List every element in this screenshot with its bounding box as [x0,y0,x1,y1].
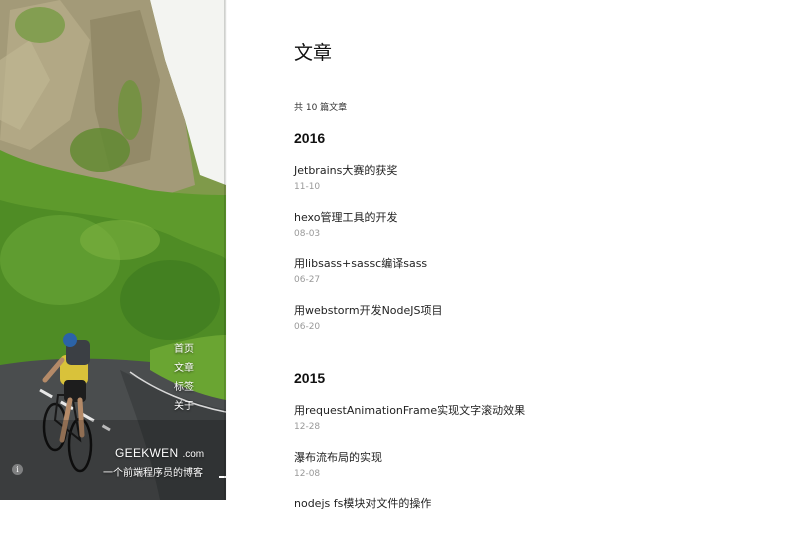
sidebar: 首页 文章 标签 关于 GEEKWEN .com 一个前端程序员的博客 i [0,0,226,500]
sidebar-cover-image [0,0,226,500]
year-heading: 2015 [294,370,326,386]
post-date: 12-08 [294,468,321,479]
post-title-link[interactable]: hexo管理工具的开发 [294,203,774,226]
post-title-link[interactable]: 用webstorm开发NodeJS项目 [294,296,774,319]
list-item: 用libsass+sassc编译sass 06-27 [294,249,774,296]
site-brand[interactable]: GEEKWEN .com [115,444,204,462]
post-date: 11-10 [294,182,321,192]
page-title: 文章 [294,42,333,64]
nav-item-articles[interactable]: 文章 [174,362,194,381]
sidebar-nav: 首页 文章 标签 关于 [174,343,194,419]
post-count: 共 10 篇文章 [294,103,348,113]
year-group-2015: 2015 用requestAnimationFrame实现文字滚动效果 12-2… [294,368,774,536]
year-group-2016: 2016 Jetbrains大赛的获奖 11-10 hexo管理工具的开发 08… [294,128,774,342]
post-title-link[interactable]: 用requestAnimationFrame实现文字滚动效果 [294,396,774,419]
archive-list: 2016 Jetbrains大赛的获奖 11-10 hexo管理工具的开发 08… [294,128,774,544]
list-item: 用requestAnimationFrame实现文字滚动效果 12-28 [294,396,774,443]
info-icon[interactable]: i [12,464,23,475]
post-date: 06-20 [294,321,321,332]
post-date: 06-27 [294,275,321,285]
nav-item-home[interactable]: 首页 [174,343,194,362]
post-date: 12-28 [294,422,321,432]
post-title-link[interactable]: Jetbrains大赛的获奖 [294,156,774,179]
post-date: 08-03 [294,228,321,239]
list-item: nodejs fs模块对文件的操作 [294,489,774,536]
post-title-link[interactable]: 瀑布流布局的实现 [294,443,774,466]
list-item: 用webstorm开发NodeJS项目 06-20 [294,296,774,343]
brand-name: GEEKWEN [115,446,179,460]
brand-suffix: .com [182,449,205,460]
site-tagline: 一个前端程序员的博客 [103,468,203,479]
post-title-link[interactable]: nodejs fs模块对文件的操作 [294,489,774,512]
post-title-link[interactable]: 用libsass+sassc编译sass [294,249,774,272]
sidebar-shadow [224,0,227,500]
list-item: 瀑布流布局的实现 12-08 [294,443,774,490]
list-item: Jetbrains大赛的获奖 11-10 [294,156,774,203]
year-heading: 2016 [294,130,326,146]
list-item: hexo管理工具的开发 08-03 [294,203,774,250]
nav-item-about[interactable]: 关于 [174,400,194,419]
nav-item-tags[interactable]: 标签 [174,381,194,400]
